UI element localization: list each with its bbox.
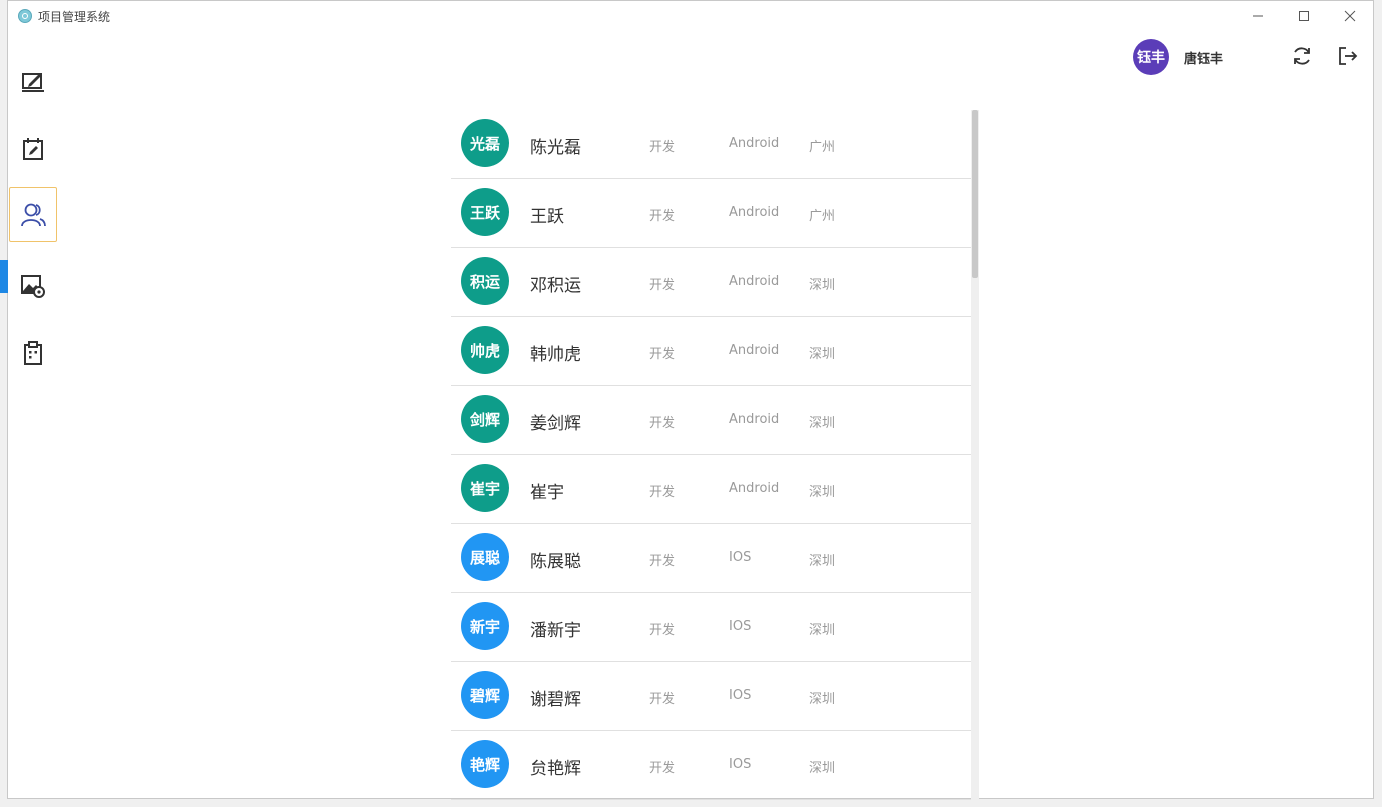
list-scrollbar[interactable] xyxy=(971,110,979,800)
list-item[interactable]: 新宇 潘新宇 开发 IOS 深圳 xyxy=(451,593,971,662)
refresh-icon xyxy=(1294,47,1310,65)
member-city: 深圳 xyxy=(809,623,836,638)
member-name: 韩帅虎 xyxy=(530,345,581,365)
app-window: 项目管理系统 钰丰 唐钰丰 光磊 陈光磊 开发 Android 广州 王跃 王跃… xyxy=(0,0,1374,800)
refresh-button[interactable] xyxy=(1289,43,1315,69)
maximize-button[interactable] xyxy=(1281,1,1327,31)
title-bar: 项目管理系统 xyxy=(8,1,1373,33)
member-platform: IOS xyxy=(729,757,752,772)
current-user[interactable]: 钰丰 唐钰丰 xyxy=(1132,39,1223,75)
sidebar-item-media-settings[interactable] xyxy=(9,258,57,313)
member-dept: 开发 xyxy=(649,140,676,155)
member-platform: Android xyxy=(729,274,780,289)
member-city: 深圳 xyxy=(809,554,836,569)
member-platform: Android xyxy=(729,412,780,427)
member-dept: 开发 xyxy=(649,554,676,569)
member-dept: 开发 xyxy=(649,416,676,431)
window-title: 项目管理系统 xyxy=(38,10,111,24)
member-name: 贠艳辉 xyxy=(530,759,581,779)
member-name: 姜剑辉 xyxy=(530,414,581,434)
user-name: 唐钰丰 xyxy=(1183,51,1223,67)
sidebar-item-schedule[interactable] xyxy=(9,121,57,176)
member-avatar: 剑辉 xyxy=(461,395,509,443)
list-item[interactable]: 王跃 王跃 开发 Android 广州 xyxy=(451,179,971,248)
member-dept: 开发 xyxy=(649,761,676,776)
member-avatar: 艳辉 xyxy=(461,740,509,788)
member-city: 深圳 xyxy=(809,278,836,293)
member-city: 广州 xyxy=(809,209,836,224)
logout-icon xyxy=(1339,47,1358,65)
member-city: 深圳 xyxy=(809,416,836,431)
member-dept: 开发 xyxy=(649,623,676,638)
member-platform: Android xyxy=(729,343,780,358)
member-avatar: 新宇 xyxy=(461,602,509,650)
member-dept: 开发 xyxy=(649,485,676,500)
list-item[interactable]: 展聪 陈展聪 开发 IOS 深圳 xyxy=(451,524,971,593)
member-avatar: 帅虎 xyxy=(461,326,509,374)
sidebar-item-projects[interactable] xyxy=(9,53,57,108)
member-name: 陈光磊 xyxy=(530,138,581,158)
member-name: 王跃 xyxy=(530,207,564,227)
active-nav-marker xyxy=(0,260,8,293)
contacts-icon xyxy=(21,203,46,226)
list-item[interactable]: 帅虎 韩帅虎 开发 Android 深圳 xyxy=(451,317,971,386)
edit-note-icon xyxy=(22,72,44,92)
maximize-icon xyxy=(1299,11,1309,21)
scrollbar-thumb[interactable] xyxy=(972,110,978,278)
member-avatar: 积运 xyxy=(461,257,509,305)
member-avatar: 王跃 xyxy=(461,188,509,236)
sidebar-item-tasks[interactable] xyxy=(9,325,57,380)
member-dept: 开发 xyxy=(649,347,676,362)
calendar-edit-icon xyxy=(23,137,43,160)
minimize-icon xyxy=(1253,15,1263,17)
sidebar-item-members[interactable] xyxy=(9,187,57,242)
member-city: 深圳 xyxy=(809,347,836,362)
member-list: 光磊 陈光磊 开发 Android 广州 王跃 王跃 开发 Android 广州… xyxy=(451,110,971,800)
list-item[interactable]: 崔宇 崔宇 开发 Android 深圳 xyxy=(451,455,971,524)
close-icon xyxy=(1344,10,1356,22)
clipboard-icon xyxy=(24,340,42,365)
app-logo-icon xyxy=(18,9,32,23)
member-name: 谢碧辉 xyxy=(530,690,581,710)
list-item[interactable]: 艳辉 贠艳辉 开发 IOS 深圳 xyxy=(451,731,971,800)
member-dept: 开发 xyxy=(649,209,676,224)
member-platform: IOS xyxy=(729,619,752,634)
member-platform: IOS xyxy=(729,550,752,565)
user-avatar: 钰丰 xyxy=(1132,39,1169,75)
member-name: 潘新宇 xyxy=(530,621,581,641)
member-dept: 开发 xyxy=(649,278,676,293)
member-name: 邓积运 xyxy=(530,276,581,296)
member-avatar: 展聪 xyxy=(461,533,509,581)
member-platform: IOS xyxy=(729,688,752,703)
member-name: 崔宇 xyxy=(530,483,564,503)
member-city: 深圳 xyxy=(809,761,836,776)
list-item[interactable]: 剑辉 姜剑辉 开发 Android 深圳 xyxy=(451,386,971,455)
member-dept: 开发 xyxy=(649,692,676,707)
member-avatar: 光磊 xyxy=(461,119,509,167)
close-button[interactable] xyxy=(1327,1,1373,31)
member-avatar: 崔宇 xyxy=(461,464,509,512)
list-item[interactable]: 光磊 陈光磊 开发 Android 广州 xyxy=(451,110,971,179)
member-platform: Android xyxy=(729,481,780,496)
image-settings-icon xyxy=(21,274,45,298)
member-name: 陈展聪 xyxy=(530,552,581,572)
member-city: 深圳 xyxy=(809,692,836,707)
member-platform: Android xyxy=(729,205,780,220)
member-platform: Android xyxy=(729,136,780,151)
member-city: 广州 xyxy=(809,140,836,155)
logout-button[interactable] xyxy=(1335,43,1361,69)
minimize-button[interactable] xyxy=(1235,1,1281,31)
member-city: 深圳 xyxy=(809,485,836,500)
member-avatar: 碧辉 xyxy=(461,671,509,719)
list-item[interactable]: 积运 邓积运 开发 Android 深圳 xyxy=(451,248,971,317)
list-item[interactable]: 碧辉 谢碧辉 开发 IOS 深圳 xyxy=(451,662,971,731)
